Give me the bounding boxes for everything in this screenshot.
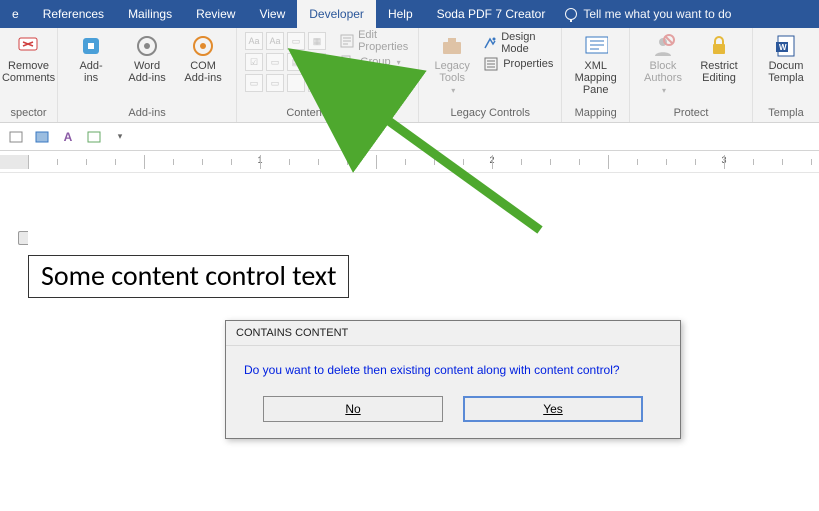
properties-button[interactable]: Properties	[483, 55, 553, 73]
addins-button[interactable]: Add- ins	[66, 32, 116, 86]
restrict-editing-label: Restrict Editing	[700, 60, 737, 84]
edit-properties-label: Edit Properties	[358, 29, 410, 53]
restrict-editing-button[interactable]: Restrict Editing	[694, 32, 744, 97]
delete-label: Delete	[360, 77, 392, 89]
dialog-no-button[interactable]: No	[263, 396, 443, 422]
group-button[interactable]: Group ▾	[340, 53, 410, 71]
tab-partial[interactable]: e	[0, 0, 31, 28]
tab-sodapdf[interactable]: Soda PDF 7 Creator	[425, 0, 558, 28]
group-label-template: Templa	[761, 105, 811, 122]
word-addins-label: Word Add-ins	[128, 60, 165, 84]
qat-item-1[interactable]	[8, 129, 24, 145]
tab-mailings[interactable]: Mailings	[116, 0, 184, 28]
group-icon	[340, 54, 356, 70]
word-addins-icon	[135, 34, 159, 58]
block-authors-button[interactable]: Block Authors ▾	[638, 32, 688, 97]
com-addins-label: COM Add-ins	[184, 60, 221, 84]
design-mode-button[interactable]: Design Mode	[483, 34, 553, 52]
lightbulb-icon	[565, 8, 577, 20]
legacy-tools-button[interactable]: Legacy Tools ▾	[427, 32, 477, 97]
group-label-protect: Protect	[638, 105, 744, 122]
dialog-message: Do you want to delete then existing cont…	[226, 346, 680, 386]
tab-references[interactable]: References	[31, 0, 116, 28]
remove-comments-label: Remove Comments	[2, 60, 55, 84]
delete-icon	[340, 75, 356, 91]
content-control-text[interactable]: Some content control text	[28, 255, 349, 298]
dialog-title: CONTAINS CONTENT	[226, 321, 680, 346]
document-template-label: Docum Templa	[768, 60, 803, 84]
xml-mapping-label: XML Mapping Pane	[574, 60, 617, 96]
block-authors-icon	[651, 34, 675, 58]
quick-access-toolbar: A ▾	[0, 123, 819, 151]
svg-text:W: W	[779, 43, 787, 52]
block-authors-label: Block Authors	[644, 60, 682, 84]
properties-list-icon	[483, 56, 499, 72]
legacy-tools-label: Legacy Tools	[434, 60, 469, 84]
ribbon-tabbar: e References Mailings Review View Develo…	[0, 0, 819, 28]
tab-review[interactable]: Review	[184, 0, 247, 28]
remove-comments-button[interactable]: Remove Comments	[0, 32, 59, 86]
qat-item-2[interactable]	[34, 129, 50, 145]
tab-view[interactable]: View	[247, 0, 297, 28]
group-label-legacy: Legacy Controls	[427, 105, 553, 122]
design-mode-icon	[483, 35, 497, 51]
qat-item-4[interactable]	[86, 129, 102, 145]
word-doc-icon: W	[774, 34, 798, 58]
word-addins-button[interactable]: Word Add-ins	[122, 32, 172, 86]
group-label-content-controls: Content Controls	[245, 105, 410, 122]
tell-me-search[interactable]: Tell me what you want to do	[565, 0, 731, 28]
tell-me-placeholder: Tell me what you want to do	[583, 7, 731, 21]
design-mode-label: Design Mode	[501, 31, 553, 55]
xml-mapping-icon	[584, 34, 608, 58]
group-label-addins: Add-ins	[66, 105, 228, 122]
toolbox-icon	[440, 34, 464, 58]
chevron-down-icon: ▾	[397, 58, 401, 67]
edit-properties-button[interactable]: Edit Properties	[340, 32, 410, 50]
group-label-mapping: Mapping	[570, 105, 621, 122]
confirm-dialog: CONTAINS CONTENT Do you want to delete t…	[225, 320, 681, 439]
tab-help[interactable]: Help	[376, 0, 425, 28]
horizontal-ruler[interactable]: 1 2 3	[0, 151, 819, 173]
delete-button[interactable]: Delete	[340, 74, 410, 92]
group-label-spector: spector	[8, 105, 49, 122]
com-addins-button[interactable]: COM Add-ins	[178, 32, 228, 86]
properties-label: Properties	[503, 58, 553, 70]
qat-more[interactable]: ▾	[112, 129, 128, 145]
lock-icon	[707, 34, 731, 58]
addins-label: Add- ins	[79, 60, 102, 84]
content-control-handle[interactable]	[18, 231, 28, 245]
xml-mapping-button[interactable]: XML Mapping Pane	[570, 32, 621, 98]
chevron-down-icon: ▾	[451, 86, 455, 95]
group-label: Group	[360, 56, 391, 68]
remove-comments-icon	[17, 34, 41, 58]
chevron-down-icon: ▾	[662, 86, 666, 95]
addins-icon	[79, 34, 103, 58]
properties-icon	[340, 33, 354, 49]
qat-item-3[interactable]: A	[60, 129, 76, 145]
ribbon: Remove Comments spector Add- ins Word Ad…	[0, 28, 819, 123]
document-template-button[interactable]: W Docum Templa	[761, 32, 811, 86]
dialog-yes-button[interactable]: Yes	[463, 396, 643, 422]
tab-developer[interactable]: Developer	[297, 0, 376, 28]
com-addins-icon	[191, 34, 215, 58]
content-controls-gallery[interactable]: AaAa▭▦ ☑▭▤▥ ▭▭	[245, 32, 326, 92]
